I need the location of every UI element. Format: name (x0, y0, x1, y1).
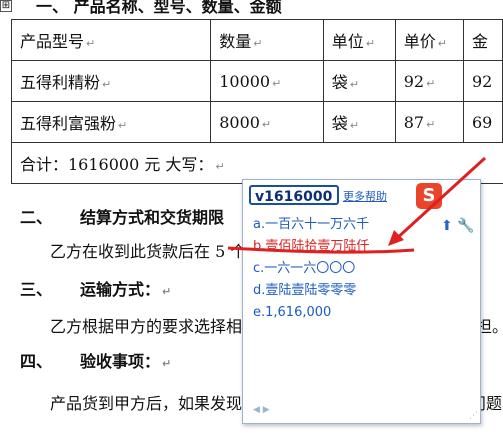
annotation-layer (227, 156, 487, 254)
annotation-underline (227, 246, 415, 254)
annotation-arrow-line (393, 156, 487, 242)
